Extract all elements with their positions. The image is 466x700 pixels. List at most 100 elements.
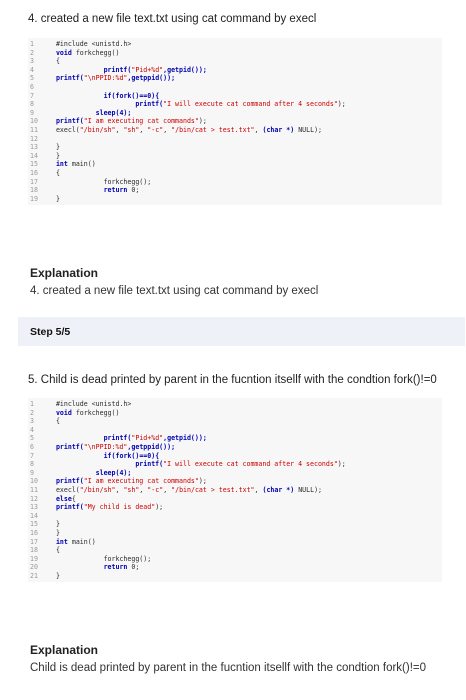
code-token: { <box>48 546 60 555</box>
code-token: } <box>48 194 60 203</box>
code-token: ); <box>337 100 346 109</box>
code-line: 7 if(fork()==0){ <box>28 92 442 101</box>
code-token: "/bin/sh" <box>79 485 116 494</box>
code-token: if <box>103 451 112 460</box>
code-line: 13 } <box>28 143 442 152</box>
code-text: forkchegg(); <box>48 178 152 187</box>
code-token: "Pid+%d" <box>131 65 164 74</box>
code-text: void forkchegg() <box>48 48 120 58</box>
code-line: 1 #include <unistd.h> <box>28 400 442 409</box>
code-token: void <box>55 48 72 57</box>
code-text: printf("I am executing cat commands"); <box>48 477 207 486</box>
code-line: 19 } <box>28 195 442 204</box>
code-line: 2 void forkchegg() <box>28 49 442 58</box>
code-token: if <box>103 91 112 100</box>
code-text: { <box>48 169 60 178</box>
code-text: printf("My child is dead"); <box>48 503 163 512</box>
code-text: printf("I will execute cat command after… <box>48 100 346 109</box>
code-token: (char *) <box>262 125 295 134</box>
line-number: 11 <box>30 125 38 134</box>
line-number: 18 <box>30 546 38 555</box>
code-token: "I will execute cat command after 4 seco… <box>163 460 338 469</box>
code-token: "My child is dead" <box>83 503 156 512</box>
code-line: 10 printf("I am executing cat commands")… <box>28 477 442 486</box>
code-token: ,getppid()); <box>127 74 176 83</box>
code-token: { <box>48 417 60 426</box>
code-line: 1 #include <unistd.h> <box>28 40 442 49</box>
code-text: else{ <box>48 495 76 504</box>
code-line: 17 int main() <box>28 538 442 547</box>
code-text: { <box>48 57 60 66</box>
code-text: } <box>48 520 60 529</box>
code-line: 21 } <box>28 572 442 581</box>
code-token: #include <unistd.h> <box>48 400 132 408</box>
code-text: } <box>48 529 60 538</box>
code-line: 6 <box>28 83 442 92</box>
code-token: "\nPPID:%d" <box>83 74 128 83</box>
line-number: 17 <box>30 177 38 186</box>
code-text: if(fork()==0){ <box>48 91 160 101</box>
code-token: ); <box>198 477 207 486</box>
code-line: 9 sleep(4); <box>28 109 442 118</box>
code-text: printf("\nPPID:%d",getppid()); <box>48 74 175 83</box>
line-number: 6 <box>30 82 34 91</box>
line-number: 8 <box>30 100 34 109</box>
code-token: return <box>103 186 128 195</box>
code-token: 0; <box>127 563 140 572</box>
code-token: main() <box>67 537 96 546</box>
step4-explanation-text: 4. created a new file text.txt using cat… <box>30 285 319 297</box>
code-line: 2 void forkchegg() <box>28 409 442 418</box>
code-text: printf("Pid+%d",getpid()); <box>48 66 207 75</box>
line-number: 19 <box>30 554 38 563</box>
code-text: #include <unistd.h> <box>48 40 131 49</box>
code-text: printf("\nPPID:%d",getppid()); <box>48 443 175 452</box>
line-number: 18 <box>30 186 38 195</box>
code-token: printf( <box>48 74 84 83</box>
code-text: } <box>48 195 60 204</box>
code-token: ,getppid()); <box>127 442 176 451</box>
code-token: , <box>163 125 172 134</box>
line-number: 4 <box>30 65 34 74</box>
code-token: "Pid+%d" <box>131 434 164 443</box>
code-token: ,getpid()); <box>163 65 207 74</box>
line-number: 5 <box>30 434 34 443</box>
code-line: 12 else{ <box>28 495 442 504</box>
line-number: 14 <box>30 151 38 160</box>
line-number: 13 <box>30 143 38 152</box>
code-token: printf( <box>48 442 84 451</box>
line-number: 14 <box>30 511 38 520</box>
line-number: 10 <box>30 477 38 486</box>
code-token: "I will execute cat command after 4 seco… <box>163 100 338 109</box>
code-token: "I am executing cat commands" <box>83 477 199 486</box>
step4-explanation-title: Explanation <box>30 266 99 280</box>
step-label: Step 5/5 <box>30 325 71 338</box>
code-text: sleep(4); <box>48 469 132 478</box>
code-token: "I am executing cat commands" <box>83 117 199 126</box>
code-token: "-c" <box>147 125 164 134</box>
code-token: forkchegg() <box>71 408 120 417</box>
step4-code-block: 1 #include <unistd.h> 2 void forkchegg() 3… <box>28 38 442 206</box>
code-line: 19 forkchegg(); <box>28 555 442 564</box>
code-token: 0; <box>127 186 140 195</box>
code-token: (char *) <box>262 485 295 494</box>
line-number: 6 <box>30 442 34 451</box>
code-token: "sh" <box>123 485 140 494</box>
code-text: sleep(4); <box>48 108 132 118</box>
code-token: ,getpid()); <box>163 434 207 443</box>
code-line: 14 } <box>28 152 442 161</box>
code-token: NULL); <box>294 125 323 134</box>
code-token: main() <box>67 160 96 169</box>
code-token: void <box>55 408 72 417</box>
code-token: forkchegg(); <box>48 554 152 563</box>
code-token: { <box>48 57 60 66</box>
code-token: ); <box>337 460 346 469</box>
line-number: 12 <box>30 494 38 503</box>
code-token: execl( <box>48 485 80 494</box>
code-token: printf( <box>48 477 84 486</box>
code-line: 11 execl("/bin/sh", "sh", "-c", "/bin/ca… <box>28 486 442 495</box>
code-token: printf( <box>48 117 84 126</box>
code-token: sleep(4); <box>48 108 132 117</box>
